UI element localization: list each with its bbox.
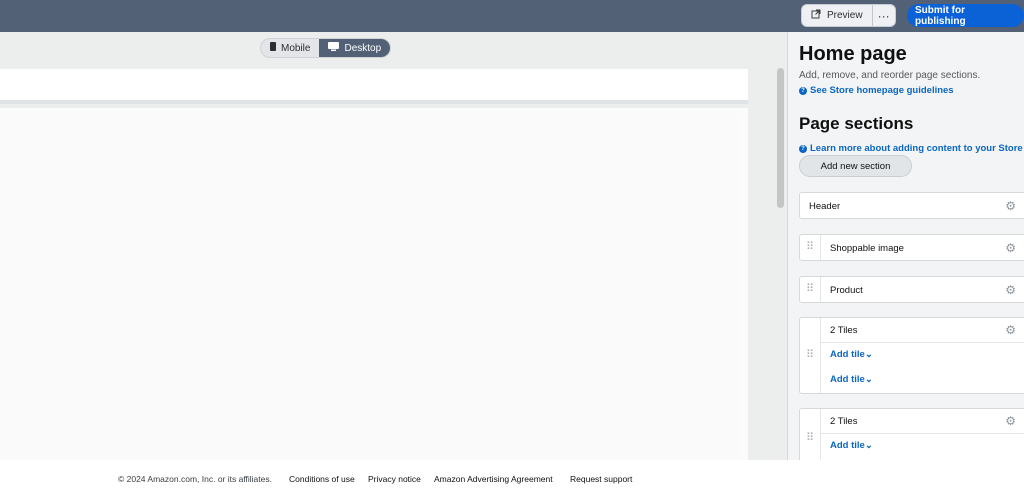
guidelines-link[interactable]: ? See Store homepage guidelines [799,85,954,96]
section-label: Product [830,285,863,296]
add-tile-label: Add tile [830,440,865,451]
mobile-toggle-button[interactable]: Mobile [261,39,319,57]
add-tile-label: Add tile [830,374,865,385]
conditions-of-use-link[interactable]: Conditions of use [289,474,355,484]
advertising-agreement-link[interactable]: Amazon Advertising Agreement [434,474,553,484]
gear-icon[interactable]: ⚙ [1005,414,1016,428]
learn-more-link[interactable]: ? Learn more about adding content to you… [799,143,1023,154]
drag-handle-icon[interactable]: ⠿ [800,318,821,393]
preview-button-group: Preview ··· [801,4,896,27]
page-settings-panel: Home page Add, remove, and reorder page … [787,32,1024,460]
panel-subtitle: Add, remove, and reorder page sections. [799,70,981,81]
section-card-header[interactable]: Header ⚙ [799,192,1024,219]
chevron-down-icon: ⌄ [864,440,873,451]
gear-icon[interactable]: ⚙ [1005,199,1016,213]
desktop-label: Desktop [344,42,382,54]
panel-title: Home page [799,43,907,65]
preview-button[interactable]: Preview [802,5,873,26]
question-circle-icon: ? [799,86,807,95]
guidelines-link-label: See Store homepage guidelines [810,85,954,96]
external-link-icon [811,9,821,22]
section-label: 2 Tiles [830,416,858,427]
add-new-section-button[interactable]: Add new section [799,155,912,177]
drag-handle-icon[interactable]: ⠿ [800,277,821,302]
section-card-2-tiles[interactable]: ⠿ 2 Tiles ⚙ Add tile⌄ [799,408,1024,460]
chevron-down-icon: ⌄ [864,349,873,360]
privacy-notice-link[interactable]: Privacy notice [368,474,421,484]
preview-content-inner [0,114,738,460]
gear-icon[interactable]: ⚙ [1005,283,1016,297]
preview-header-area [0,69,748,100]
gear-icon[interactable]: ⚙ [1005,241,1016,255]
more-options-button[interactable]: ··· [873,5,895,26]
preview-divider [0,100,748,104]
card-divider [821,342,1024,343]
request-support-link[interactable]: Request support [570,474,632,484]
preview-content-area [0,108,748,460]
device-toggle: Mobile Desktop [260,38,392,58]
drag-handle-icon[interactable]: ⠿ [800,409,821,460]
phone-icon [270,42,276,54]
section-label: Shoppable image [830,243,904,254]
gear-icon[interactable]: ⚙ [1005,323,1016,337]
section-card-product[interactable]: ⠿ Product ⚙ [799,276,1024,303]
top-bar: Preview ··· Submit for publishing [0,0,1024,32]
scrollbar-thumb[interactable] [777,68,784,208]
add-tile-dropdown[interactable]: Add tile⌄ [830,374,873,385]
learn-more-link-label: Learn more about adding content to your … [810,143,1023,154]
page-sections-title: Page sections [799,114,914,133]
card-divider [821,433,1024,434]
add-tile-label: Add tile [830,349,865,360]
section-card-shoppable-image[interactable]: ⠿ Shoppable image ⚙ [799,234,1024,261]
section-label: Header [809,201,841,212]
submit-for-publishing-button[interactable]: Submit for publishing [907,4,1024,27]
footer: © 2024 Amazon.com, Inc. or its affiliate… [0,460,1024,489]
monitor-icon [328,42,340,54]
preview-canvas: Mobile Desktop [0,32,787,460]
ellipsis-icon: ··· [877,8,890,23]
preview-label: Preview [827,10,863,21]
chevron-down-icon: ⌄ [864,374,873,385]
copyright-text: © 2024 Amazon.com, Inc. or its affiliate… [118,474,272,484]
desktop-toggle-button[interactable]: Desktop [319,39,391,57]
section-label: 2 Tiles [830,325,858,336]
drag-handle-icon[interactable]: ⠿ [800,235,821,260]
section-card-2-tiles[interactable]: ⠿ 2 Tiles ⚙ Add tile⌄ Add tile⌄ [799,317,1024,394]
question-circle-icon: ? [799,144,807,153]
add-tile-dropdown[interactable]: Add tile⌄ [830,440,873,451]
mobile-label: Mobile [281,42,311,54]
add-tile-dropdown[interactable]: Add tile⌄ [830,349,873,360]
